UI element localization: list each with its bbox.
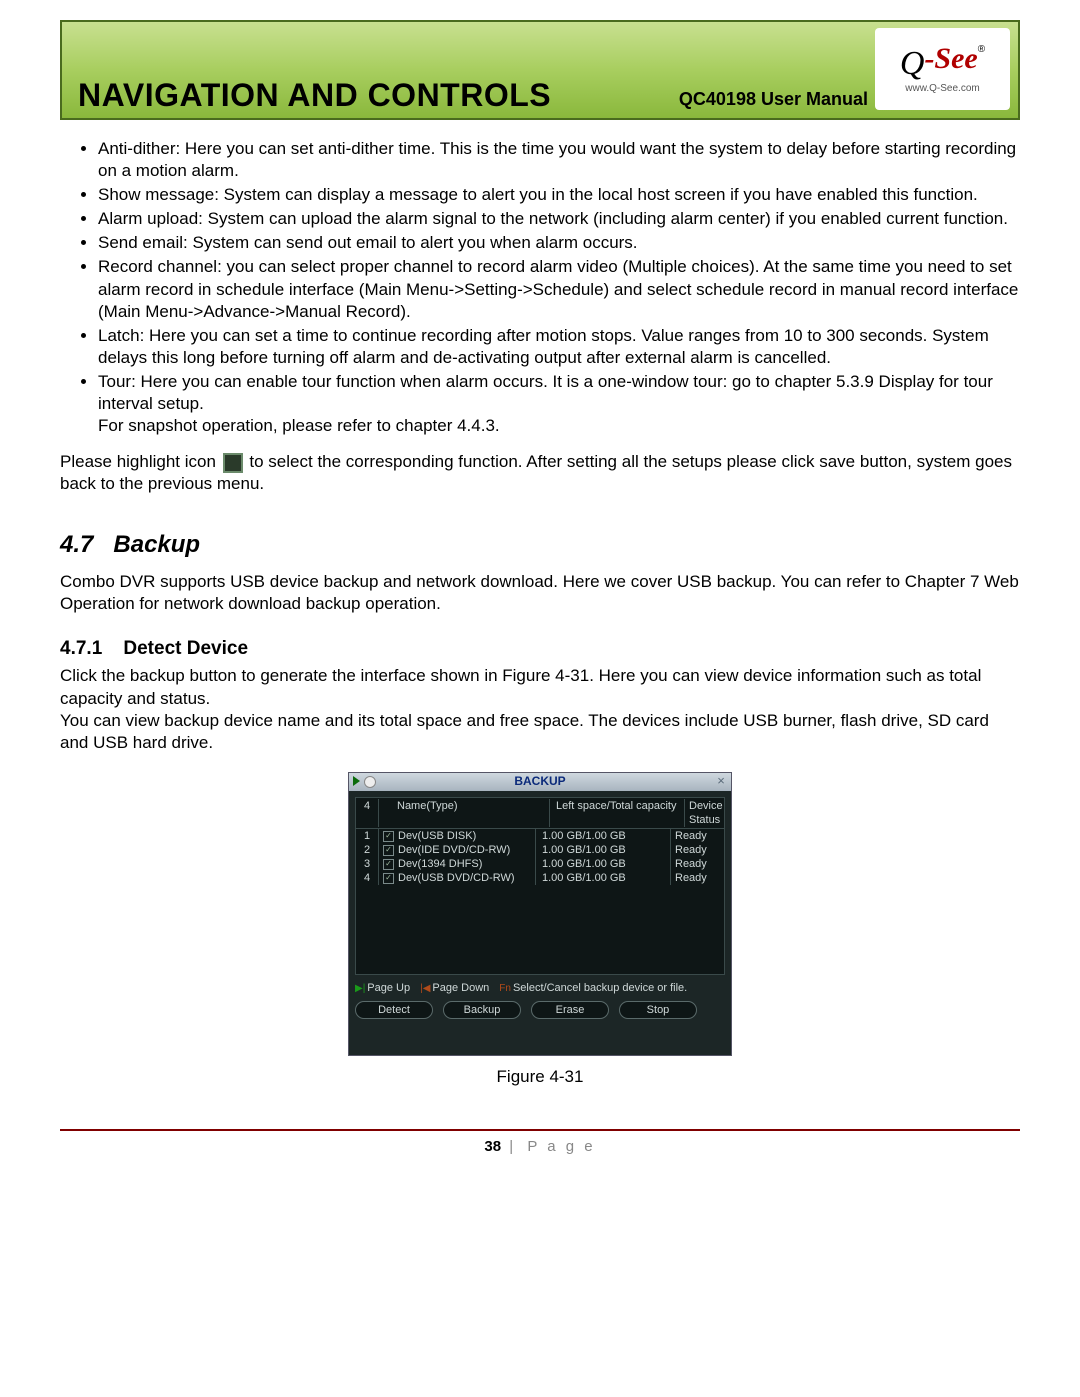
- table-row[interactable]: 4 ✓ Dev(USB DVD/CD-RW) 1.00 GB/1.00 GBReady: [356, 871, 724, 885]
- detect-button[interactable]: Detect: [355, 1001, 433, 1019]
- col-count: 4: [356, 799, 379, 828]
- row-index: 1: [356, 829, 379, 843]
- row-status: Ready: [671, 857, 724, 871]
- dialog-buttons: Detect Backup Erase Stop: [355, 1001, 725, 1019]
- highlight-text-before: Please highlight icon: [60, 452, 221, 471]
- brand-logo: Q-See® www.Q-See.com: [875, 28, 1010, 110]
- pageup-icon[interactable]: ▶|: [355, 983, 365, 994]
- row-index: 4: [356, 871, 379, 885]
- subsection-title: Detect Device: [123, 638, 248, 659]
- stop-button[interactable]: Stop: [619, 1001, 697, 1019]
- table-row[interactable]: 1 ✓ Dev(USB DISK) 1.00 GB/1.00 GBReady: [356, 829, 724, 843]
- close-icon[interactable]: ×: [714, 774, 728, 788]
- logo-q-glyph: Q: [900, 45, 925, 83]
- backup-dialog: BACKUP × 4 Name(Type) Left space/Total c…: [348, 772, 732, 1057]
- subsection-number: 4.7.1: [60, 638, 102, 659]
- col-name-header: Name(Type): [379, 799, 550, 828]
- bullet-text: Tour: Here you can enable tour function …: [98, 372, 993, 413]
- highlight-paragraph: Please highlight icon to select the corr…: [60, 451, 1020, 495]
- row-capacity: 1.00 GB/1.00 GB: [536, 829, 671, 843]
- page-number: 38 | P a g e: [60, 1137, 1020, 1157]
- row-capacity: 1.00 GB/1.00 GB: [536, 857, 671, 871]
- page-number-label: P a g e: [527, 1138, 595, 1155]
- pagedown-icon[interactable]: |◀: [420, 983, 430, 994]
- hint-select: Select/Cancel backup device or file.: [513, 982, 687, 994]
- select-icon[interactable]: Fn: [499, 983, 511, 994]
- subsection-p2: You can view backup device name and its …: [60, 710, 1020, 754]
- subsection-p1: Click the backup button to generate the …: [60, 665, 1020, 709]
- section-title: Backup: [113, 531, 200, 558]
- bullet-item: Latch: Here you can set a time to contin…: [98, 325, 1020, 369]
- checkbox-icon[interactable]: ✓: [383, 845, 394, 856]
- row-capacity: 1.00 GB/1.00 GB: [536, 843, 671, 857]
- dialog-title: BACKUP: [349, 774, 731, 790]
- table-header: 4 Name(Type) Left space/Total capacity D…: [356, 798, 724, 830]
- bullet-item: Tour: Here you can enable tour function …: [98, 371, 1020, 437]
- bullet-item: Anti-dither: Here you can set anti-dithe…: [98, 138, 1020, 182]
- row-name: Dev(USB DVD/CD-RW): [398, 871, 515, 885]
- device-table: 4 Name(Type) Left space/Total capacity D…: [355, 797, 725, 975]
- checkbox-icon[interactable]: ✓: [383, 873, 394, 884]
- header-title: NAVIGATION AND CONTROLS: [78, 77, 551, 114]
- section-heading: 4.7 Backup: [60, 529, 1020, 560]
- table-row[interactable]: 2 ✓ Dev(IDE DVD/CD-RW) 1.00 GB/1.00 GBReady: [356, 843, 724, 857]
- table-row[interactable]: 3 ✓ Dev(1394 DHFS) 1.00 GB/1.00 GBReady: [356, 857, 724, 871]
- snapshot-line: For snapshot operation, please refer to …: [98, 415, 1020, 437]
- page-number-value: 38: [484, 1138, 501, 1155]
- erase-button[interactable]: Erase: [531, 1001, 609, 1019]
- row-name: Dev(IDE DVD/CD-RW): [398, 843, 510, 857]
- col-capacity-header: Left space/Total capacity: [550, 799, 685, 828]
- row-status: Ready: [671, 871, 724, 885]
- footer-rule: [60, 1129, 1020, 1131]
- section-number: 4.7: [60, 531, 93, 558]
- hint-pagedown[interactable]: Page Down: [432, 982, 489, 994]
- logo-text: -See: [924, 42, 977, 75]
- bullet-item: Send email: System can send out email to…: [98, 232, 1020, 254]
- row-index: 3: [356, 857, 379, 871]
- bullet-item: Alarm upload: System can upload the alar…: [98, 208, 1020, 230]
- row-status: Ready: [671, 843, 724, 857]
- row-index: 2: [356, 843, 379, 857]
- dialog-titlebar: BACKUP ×: [349, 773, 731, 791]
- hint-pageup[interactable]: Page Up: [367, 982, 410, 994]
- checkbox-icon[interactable]: ✓: [383, 859, 394, 870]
- checkbox-icon[interactable]: ✓: [383, 831, 394, 842]
- feature-bullet-list: Anti-dither: Here you can set anti-dithe…: [60, 138, 1020, 437]
- row-capacity: 1.00 GB/1.00 GB: [536, 871, 671, 885]
- header-subtitle: QC40198 User Manual: [679, 89, 868, 110]
- row-name: Dev(1394 DHFS): [398, 857, 482, 871]
- dialog-hints: ▶|Page Up |◀Page Down FnSelect/Cancel ba…: [355, 981, 725, 995]
- figure-caption: Figure 4-31: [60, 1066, 1020, 1088]
- highlight-checkbox-icon: [223, 453, 243, 473]
- page-header: Q-See® www.Q-See.com NAVIGATION AND CONT…: [60, 20, 1020, 120]
- row-name: Dev(USB DISK): [398, 829, 476, 843]
- col-status-header: Device Status: [685, 799, 724, 828]
- bullet-item: Show message: System can display a messa…: [98, 184, 1020, 206]
- bullet-item: Record channel: you can select proper ch…: [98, 256, 1020, 322]
- section-intro: Combo DVR supports USB device backup and…: [60, 571, 1020, 615]
- row-status: Ready: [671, 829, 724, 843]
- subsection-heading: 4.7.1 Detect Device: [60, 637, 1020, 662]
- backup-button[interactable]: Backup: [443, 1001, 521, 1019]
- logo-url: www.Q-See.com: [905, 83, 979, 94]
